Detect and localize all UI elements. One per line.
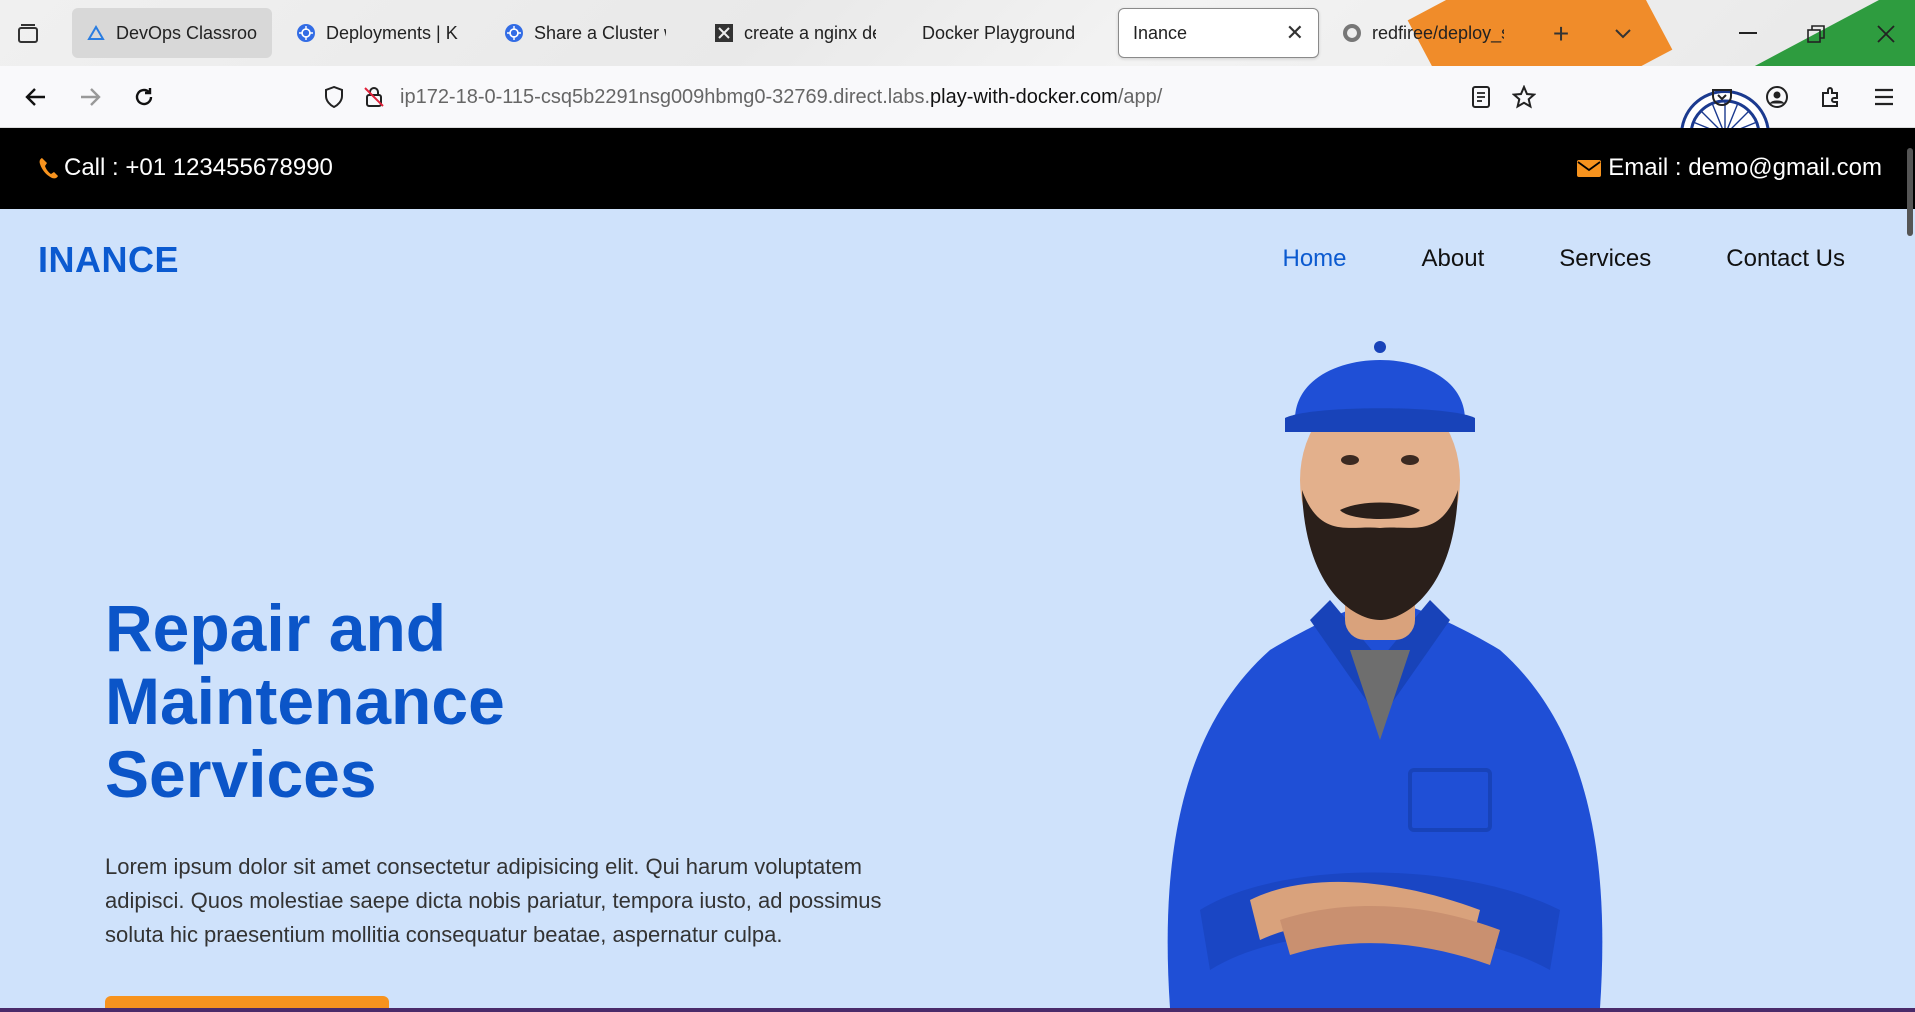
url-host: play-with-docker.com [930,85,1118,108]
email-text: Email : demo@gmail.com [1608,154,1882,181]
hamburger-menu-icon[interactable] [1868,81,1900,113]
call-info[interactable]: Call : +01 123455678990 [38,154,333,182]
tab-title: redfiree/deploy_s [1372,22,1504,43]
nav-services[interactable]: Services [1559,245,1651,273]
hero-title: Repair and Maintenance Services [105,592,705,811]
hero-title-line: Repair and [105,591,447,665]
email-info[interactable]: Email : demo@gmail.com [1576,154,1882,182]
account-icon[interactable] [1761,81,1793,113]
tab-share-cluster[interactable]: Share a Cluster w [490,8,680,58]
tab-inance[interactable]: Inance ✕ [1118,8,1319,58]
kubernetes-icon [504,23,524,43]
devops-favicon-icon [86,23,106,43]
tab-title: create a nginx de [744,22,876,43]
browser-toolbar: ip172-18-0-115-csq5b2291nsg009hbmg0-3276… [0,66,1915,180]
restore-icon[interactable] [1798,16,1834,52]
shield-icon[interactable] [320,83,348,111]
tab-title: Share a Cluster w [534,22,666,43]
back-arrow-icon[interactable] [20,81,52,113]
hero-description: Lorem ipsum dolor sit amet consectetur a… [105,854,882,947]
reload-icon[interactable] [128,81,160,113]
main-nav: Home About Services Contact Us [1208,245,1846,273]
mechanic-hero-image [1167,341,1603,1008]
new-tab-icon[interactable]: + [1545,18,1577,50]
site-header: INANCE Home About Services Contact Us [0,209,1915,299]
tab-title: Deployments | Ku [326,22,458,43]
hero-title-line: Services [105,737,377,811]
bookmark-star-icon[interactable] [1508,81,1540,113]
tab-deployments[interactable]: Deployments | Ku [282,8,472,58]
browser-tab-strip: DevOps Classroo Deployments | Ku Share a… [0,0,1915,66]
call-text: Call : +01 123455678990 [64,154,333,181]
tab-docker-playground[interactable]: Docker Playground [908,8,1098,58]
contact-top-bar: Call : +01 123455678990 Email : demo@gma… [0,128,1915,209]
reader-view-icon[interactable] [1465,81,1497,113]
minimize-icon[interactable] [1730,16,1766,52]
killercoda-icon [714,23,734,43]
tab-title: DevOps Classroo [116,22,258,43]
pocket-icon[interactable] [1706,81,1738,113]
url-bar[interactable]: ip172-18-0-115-csq5b2291nsg009hbmg0-3276… [320,74,1520,120]
insecure-lock-icon[interactable] [360,83,388,111]
chevron-down-icon[interactable] [1607,18,1639,50]
nav-contact-us[interactable]: Contact Us [1726,245,1845,273]
tab-create-nginx[interactable]: create a nginx de [700,8,890,58]
close-window-icon[interactable] [1868,16,1904,52]
github-icon [1342,23,1362,43]
phone-icon [38,157,58,179]
tab-title: Inance [1133,22,1188,43]
forward-arrow-icon[interactable] [74,81,106,113]
tab-devops-classroom[interactable]: DevOps Classroo [72,8,272,58]
extensions-icon[interactable] [1815,81,1847,113]
url-path: /app/ [1117,85,1163,108]
tab-title: Docker Playground [922,22,1076,43]
page-bottom-border [0,1008,1915,1012]
hero-title-line: Maintenance [105,664,505,738]
tab-list-icon[interactable] [14,20,42,48]
brand-logo[interactable]: INANCE [38,239,179,281]
envelope-icon [1576,158,1602,178]
nav-about[interactable]: About [1422,245,1485,273]
kubernetes-icon [296,23,316,43]
page-scrollbar[interactable] [1907,148,1913,236]
nav-home[interactable]: Home [1283,245,1347,273]
close-tab-icon[interactable]: ✕ [1286,20,1304,46]
tab-redfiree-deploy[interactable]: redfiree/deploy_s [1328,8,1518,58]
url-prefix: ip172-18-0-115-csq5b2291nsg009hbmg0-3276… [400,85,930,108]
